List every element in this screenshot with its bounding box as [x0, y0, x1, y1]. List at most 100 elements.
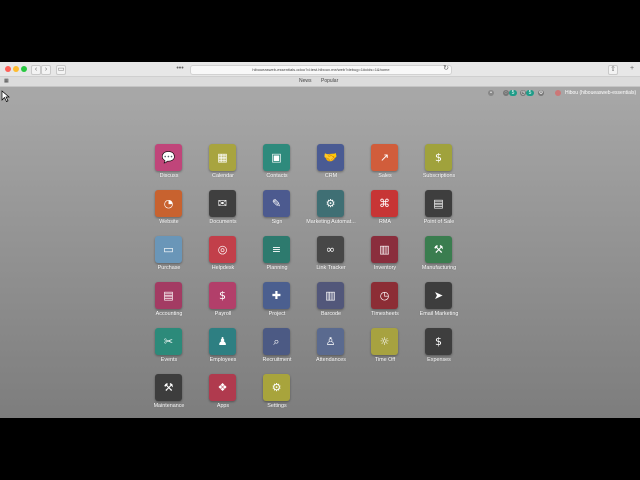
app-label[interactable]: Accounting	[139, 311, 199, 317]
rma-icon[interactable]: ⌘	[371, 190, 398, 217]
app-label[interactable]: Attendances	[301, 357, 361, 363]
app-tile-employees[interactable]: ♟ Employees	[193, 328, 253, 374]
url-field[interactable]: hiboueasweb-essentials.odoo?d.test.hibou…	[190, 65, 452, 75]
app-label[interactable]: Marketing Automat...	[301, 219, 361, 225]
time-off-icon[interactable]: ☼	[371, 328, 398, 355]
sidebar-icon[interactable]: ▭	[56, 65, 66, 75]
app-label[interactable]: Purchase	[139, 265, 199, 271]
app-tile-planning[interactable]: ≡ Planning	[247, 236, 307, 282]
app-tile-email-marketing[interactable]: ➤ Email Marketing	[409, 282, 469, 328]
app-tile-sign[interactable]: ✎ Sign	[247, 190, 307, 236]
app-tile-inventory[interactable]: ▥ Inventory	[355, 236, 415, 282]
favorites-menu-popular[interactable]: Popular	[321, 78, 338, 85]
avatar[interactable]	[555, 90, 561, 96]
helpdesk-icon[interactable]: ◎	[209, 236, 236, 263]
crm-icon[interactable]: 🤝	[317, 144, 344, 171]
app-tile-point-of-sale[interactable]: ▤ Point of Sale	[409, 190, 469, 236]
app-tile-sales[interactable]: ↗ Sales	[355, 144, 415, 190]
app-label[interactable]: Calendar	[193, 173, 253, 179]
payroll-icon[interactable]: $	[209, 282, 236, 309]
app-tile-project[interactable]: ✚ Project	[247, 282, 307, 328]
app-tile-attendances[interactable]: ♙ Attendances	[301, 328, 361, 374]
recruitment-icon[interactable]: ⌕	[263, 328, 290, 355]
app-label[interactable]: Apps	[193, 403, 253, 409]
app-label[interactable]: Sign	[247, 219, 307, 225]
app-label[interactable]: Timesheets	[355, 311, 415, 317]
app-tile-website[interactable]: ◔ Website	[139, 190, 199, 236]
bug-icon[interactable]: •	[488, 90, 494, 96]
accounting-icon[interactable]: ▤	[155, 282, 182, 309]
app-tile-discuss[interactable]: 💬 Discuss	[139, 144, 199, 190]
app-tile-expenses[interactable]: $ Expenses	[409, 328, 469, 374]
app-label[interactable]: Settings	[247, 403, 307, 409]
app-tile-contacts[interactable]: ▣ Contacts	[247, 144, 307, 190]
app-tile-settings[interactable]: ⚙ Settings	[247, 374, 307, 420]
app-label[interactable]: Email Marketing	[409, 311, 469, 317]
app-tile-maintenance[interactable]: ⚒ Maintenance	[139, 374, 199, 420]
app-tile-recruitment[interactable]: ⌕ Recruitment	[247, 328, 307, 374]
extensions-icon[interactable]: •••	[176, 65, 184, 73]
app-label[interactable]: Subscriptions	[409, 173, 469, 179]
new-tab-icon[interactable]: +	[628, 65, 636, 73]
employees-icon[interactable]: ♟	[209, 328, 236, 355]
app-tile-helpdesk[interactable]: ◎ Helpdesk	[193, 236, 253, 282]
app-label[interactable]: Maintenance	[139, 403, 199, 409]
app-tile-payroll[interactable]: $ Payroll	[193, 282, 253, 328]
project-icon[interactable]: ✚	[263, 282, 290, 309]
app-label[interactable]: Payroll	[193, 311, 253, 317]
app-tile-events[interactable]: ✂ Events	[139, 328, 199, 374]
maintenance-icon[interactable]: ⚒	[155, 374, 182, 401]
favorites-menu-news[interactable]: News	[299, 78, 312, 85]
apps-icon[interactable]: ❖	[209, 374, 236, 401]
app-label[interactable]: Time Off	[355, 357, 415, 363]
contacts-icon[interactable]: ▣	[263, 144, 290, 171]
sales-icon[interactable]: ↗	[371, 144, 398, 171]
app-label[interactable]: Planning	[247, 265, 307, 271]
app-tile-barcode[interactable]: ▥ Barcode	[301, 282, 361, 328]
discuss-icon[interactable]: 💬	[155, 144, 182, 171]
app-label[interactable]: Expenses	[409, 357, 469, 363]
app-tile-crm[interactable]: 🤝 CRM	[301, 144, 361, 190]
company-switcher-icon[interactable]: ⚙	[538, 90, 544, 96]
app-label[interactable]: Website	[139, 219, 199, 225]
app-tile-rma[interactable]: ⌘ RMA	[355, 190, 415, 236]
share-icon[interactable]: ⇧	[608, 65, 618, 75]
settings-icon[interactable]: ⚙	[263, 374, 290, 401]
app-label[interactable]: Contacts	[247, 173, 307, 179]
inventory-icon[interactable]: ▥	[371, 236, 398, 263]
app-label[interactable]: Sales	[355, 173, 415, 179]
app-tile-link-tracker[interactable]: ∞ Link Tracker	[301, 236, 361, 282]
app-tile-accounting[interactable]: ▤ Accounting	[139, 282, 199, 328]
close-window-button[interactable]	[5, 66, 11, 72]
marketing-automation-icon[interactable]: ⚙	[317, 190, 344, 217]
app-tile-manufacturing[interactable]: ⚒ Manufacturing	[409, 236, 469, 282]
app-tile-calendar[interactable]: ▦ Calendar	[193, 144, 253, 190]
app-label[interactable]: Recruitment	[247, 357, 307, 363]
subscriptions-icon[interactable]: $	[425, 144, 452, 171]
app-label[interactable]: RMA	[355, 219, 415, 225]
app-label[interactable]: Project	[247, 311, 307, 317]
documents-icon[interactable]: ✉	[209, 190, 236, 217]
events-icon[interactable]: ✂	[155, 328, 182, 355]
app-label[interactable]: Inventory	[355, 265, 415, 271]
attendances-icon[interactable]: ♙	[317, 328, 344, 355]
manufacturing-icon[interactable]: ⚒	[425, 236, 452, 263]
planning-icon[interactable]: ≡	[263, 236, 290, 263]
timesheets-icon[interactable]: ◷	[371, 282, 398, 309]
app-label[interactable]: Link Tracker	[301, 265, 361, 271]
sign-icon[interactable]: ✎	[263, 190, 290, 217]
grid-icon[interactable]: ▦	[4, 78, 9, 85]
app-label[interactable]: Discuss	[139, 173, 199, 179]
link-tracker-icon[interactable]: ∞	[317, 236, 344, 263]
back-icon[interactable]: ‹	[31, 65, 41, 75]
user-menu[interactable]: Hibou (hiboueasweb-essentials)	[565, 90, 636, 97]
app-tile-subscriptions[interactable]: $ Subscriptions	[409, 144, 469, 190]
app-label[interactable]: CRM	[301, 173, 361, 179]
app-tile-apps[interactable]: ❖ Apps	[193, 374, 253, 420]
app-label[interactable]: Employees	[193, 357, 253, 363]
barcode-icon[interactable]: ▥	[317, 282, 344, 309]
app-label[interactable]: Point of Sale	[409, 219, 469, 225]
app-tile-purchase[interactable]: ▭ Purchase	[139, 236, 199, 282]
app-tile-time-off[interactable]: ☼ Time Off	[355, 328, 415, 374]
expenses-icon[interactable]: $	[425, 328, 452, 355]
